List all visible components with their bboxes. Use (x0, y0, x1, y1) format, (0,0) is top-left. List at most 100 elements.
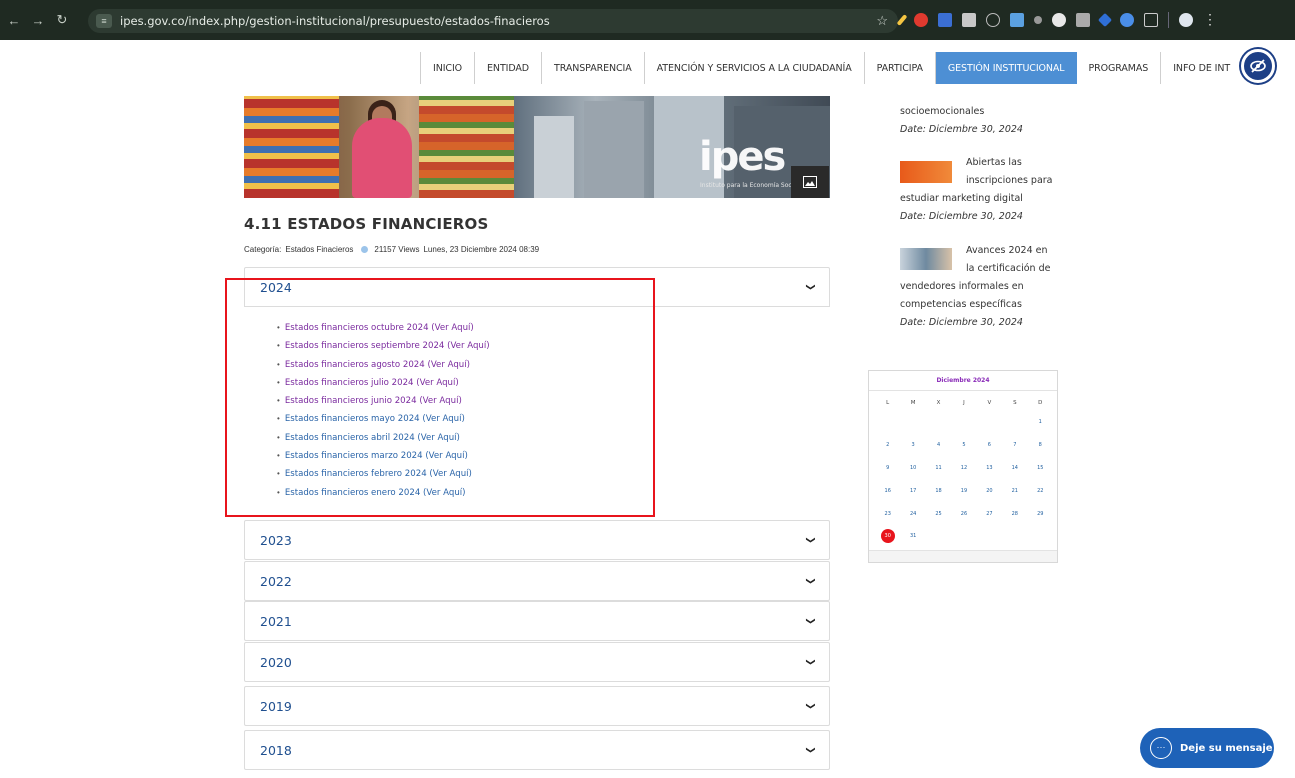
pen-extension-icon[interactable] (896, 13, 908, 26)
accordion-2023[interactable]: 2023 ❯ (244, 520, 830, 560)
reload-icon[interactable]: ↻ (52, 12, 72, 28)
news-title-line: vendedores informales en (900, 281, 1024, 292)
circle-extension-icon[interactable] (1120, 12, 1134, 27)
camera-extension-icon[interactable] (962, 12, 976, 27)
calendar-dow: S (1013, 400, 1017, 406)
calendar-day[interactable]: 28 (1002, 502, 1027, 525)
calendar-day (1002, 411, 1027, 434)
calendar-day[interactable]: 16 (875, 479, 900, 502)
publish-date: Lunes, 23 Diciembre 2024 08:39 (423, 245, 540, 254)
calendar-day[interactable]: 7 (1002, 434, 1027, 457)
red-extension-icon[interactable] (914, 12, 928, 27)
blue-extension-icon[interactable] (1010, 12, 1024, 27)
calendar-day[interactable]: 21 (1002, 479, 1027, 502)
puzzle-extension-icon[interactable] (1144, 12, 1158, 27)
diamond-extension-icon[interactable] (1097, 12, 1113, 27)
news-item-1[interactable]: socioemocionales Date: Diciembre 30, 202… (900, 103, 1023, 139)
grid-extension-icon[interactable] (1076, 12, 1090, 27)
calendar-day[interactable]: 14 (1002, 457, 1027, 480)
news-title-line: competencias específicas (900, 299, 1022, 310)
browser-menu-icon[interactable]: ⋮ (1203, 11, 1217, 28)
calendar-day[interactable]: 9 (875, 457, 900, 480)
news-item-2-title-bottom[interactable]: estudiar marketing digital Date: Diciemb… (900, 190, 1023, 226)
accordion-2022[interactable]: 2022 ❯ (244, 561, 830, 601)
category-label: Categoría: (244, 245, 282, 254)
dot-extension-icon[interactable] (1034, 15, 1042, 24)
menu-item-programas[interactable]: PROGRAMAS (1077, 52, 1162, 84)
menu-item-atencion[interactable]: ATENCIÓN Y SERVICIOS A LA CIUDADANÍA (645, 52, 865, 84)
calendar-day[interactable]: 5 (951, 434, 976, 457)
calendar-day[interactable]: 18 (926, 479, 951, 502)
browser-toolbar: ← → ↻ ≡ ipes.gov.co/index.php/gestion-in… (0, 0, 1295, 40)
calendar-day[interactable]: 8 (1028, 434, 1053, 457)
calendar-day[interactable]: 10 (900, 457, 925, 480)
calendar-day (1002, 525, 1027, 548)
calendar-day[interactable]: 15 (1028, 457, 1053, 480)
calendar-day[interactable]: 3 (900, 434, 925, 457)
clock-extension-icon[interactable] (986, 12, 1000, 27)
white-extension-icon[interactable] (1052, 12, 1066, 27)
news-date: Date: Diciembre 30, 2024 (900, 124, 1023, 135)
calendar-day[interactable]: 13 (977, 457, 1002, 480)
menu-item-inicio[interactable]: INICIO (420, 52, 476, 84)
calendar-day (951, 411, 976, 434)
calendar-day[interactable]: 31 (900, 525, 925, 548)
calendar-day[interactable]: 4 (926, 434, 951, 457)
news-title-line: la certificación de (966, 263, 1051, 274)
calendar-day[interactable]: 22 (1028, 479, 1053, 502)
accordion-year: 2020 (260, 654, 292, 670)
menu-item-entidad[interactable]: ENTIDAD (475, 52, 543, 84)
calendar-day[interactable]: 23 (875, 502, 900, 525)
ab-extension-icon[interactable] (938, 12, 952, 27)
news-thumbnail-marketing[interactable] (900, 161, 952, 183)
calendar-day[interactable]: 25 (926, 502, 951, 525)
calendar-day[interactable]: 27 (977, 502, 1002, 525)
calendar-dow: M (910, 400, 916, 406)
calendar-day[interactable]: 20 (977, 479, 1002, 502)
chevron-down-icon: ❯ (805, 746, 816, 754)
chevron-down-icon: ❯ (805, 702, 816, 710)
accordion-2019[interactable]: 2019 ❯ (244, 686, 830, 726)
calendar-day[interactable]: 29 (1028, 502, 1053, 525)
news-date: Date: Diciembre 30, 2024 (900, 211, 1023, 222)
calendar-day-today[interactable]: 30 (875, 525, 900, 548)
menu-item-gestion-institucional[interactable]: GESTIÓN INSTITUCIONAL (935, 52, 1077, 84)
bookmark-star-icon[interactable]: ☆ (876, 13, 888, 29)
accessibility-button[interactable] (1241, 49, 1275, 83)
image-gallery-icon[interactable] (791, 166, 829, 198)
calendar-day[interactable]: 11 (926, 457, 951, 480)
calendar-day[interactable]: 19 (951, 479, 976, 502)
calendar-day[interactable]: 24 (900, 502, 925, 525)
calendar-day[interactable]: 6 (977, 434, 1002, 457)
news-item-3-title-bottom[interactable]: vendedores informales en competencias es… (900, 278, 1024, 332)
news-thumbnail-certificacion[interactable] (900, 248, 952, 270)
calendar-day[interactable]: 26 (951, 502, 976, 525)
category-link[interactable]: Estados Finacieros (285, 245, 353, 254)
calendar-day[interactable]: 1 (1028, 411, 1053, 434)
site-info-icon[interactable]: ≡ (96, 14, 112, 28)
calendar-day (1028, 525, 1053, 548)
accordion-2018[interactable]: 2018 ❯ (244, 730, 830, 770)
calendar-day[interactable]: 2 (875, 434, 900, 457)
news-item-2-title-top[interactable]: Abiertas las inscripciones para (966, 154, 1053, 190)
calendar-day[interactable]: 17 (900, 479, 925, 502)
forward-icon[interactable]: → (28, 13, 48, 28)
accordion-2020[interactable]: 2020 ❯ (244, 642, 830, 682)
calendar-day (926, 411, 951, 434)
leave-message-button[interactable]: ··· Deje su mensaje (1140, 728, 1274, 768)
calendar-day[interactable]: 12 (951, 457, 976, 480)
calendar-day (951, 525, 976, 548)
back-icon[interactable]: ← (4, 13, 24, 28)
news-title-line: Avances 2024 en (966, 245, 1048, 256)
address-bar[interactable]: ≡ ipes.gov.co/index.php/gestion-instituc… (88, 9, 898, 33)
chat-bubble-icon: ··· (1150, 737, 1172, 759)
calendar-month-title: Diciembre 2024 (869, 371, 1057, 391)
chevron-down-icon: ❯ (805, 617, 816, 625)
accordion-2021[interactable]: 2021 ❯ (244, 601, 830, 641)
menu-item-transparencia[interactable]: TRANSPARENCIA (542, 52, 645, 84)
profile-avatar-icon[interactable] (1179, 12, 1193, 27)
views-count: 21157 Views (374, 245, 420, 254)
menu-item-participa[interactable]: PARTICIPA (865, 52, 936, 84)
news-item-3-title-top[interactable]: Avances 2024 en la certificación de (966, 242, 1050, 278)
calendar-day (977, 525, 1002, 548)
